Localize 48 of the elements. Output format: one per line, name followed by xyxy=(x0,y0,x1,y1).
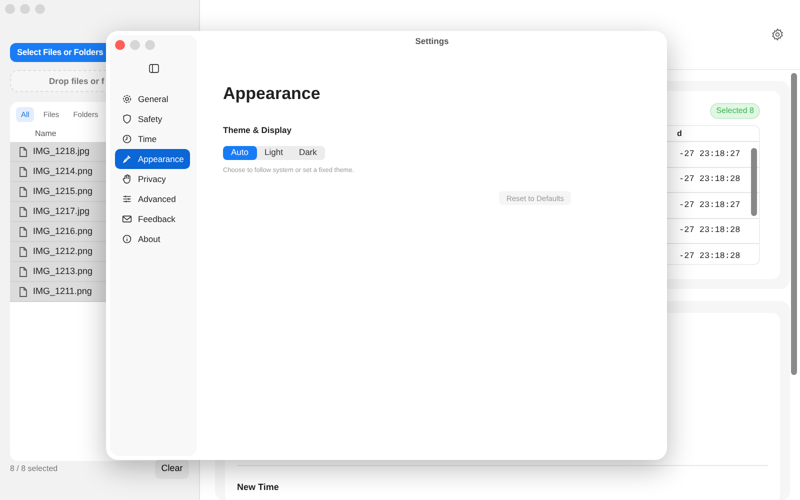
file-name: IMG_1214.png xyxy=(33,165,93,178)
file-icon xyxy=(19,186,27,197)
file-icon xyxy=(19,246,27,257)
gear-icon xyxy=(122,94,132,104)
file-name: IMG_1215.png xyxy=(33,185,93,198)
shield-icon xyxy=(122,114,132,124)
settings-nav-item[interactable]: Appearance xyxy=(115,149,190,169)
file-icon xyxy=(19,166,27,177)
window-title: Settings xyxy=(414,35,450,48)
file-icon xyxy=(19,146,27,157)
group-title: Theme & Display xyxy=(223,124,292,136)
theme-option[interactable]: Light xyxy=(256,146,291,160)
hand-icon xyxy=(122,174,132,184)
file-name: IMG_1216.png xyxy=(33,225,93,238)
clear-button[interactable]: Clear xyxy=(155,459,189,479)
settings-icon[interactable] xyxy=(771,28,784,41)
file-icon xyxy=(19,286,27,297)
clock-icon xyxy=(122,134,132,144)
column-header: Name xyxy=(35,129,56,138)
timestamp-cell: -27 23:18:28 xyxy=(679,173,740,186)
timestamp-cell: -27 23:18:28 xyxy=(679,224,740,238)
sliders-icon xyxy=(122,194,132,204)
brush-icon xyxy=(122,154,132,164)
sidebar-toggle-icon[interactable] xyxy=(148,64,158,73)
file-name: IMG_1218.jpg xyxy=(33,145,90,158)
timestamp-cell: -27 23:18:27 xyxy=(679,198,740,212)
page-heading: Appearance xyxy=(223,84,322,104)
scrollbar[interactable] xyxy=(791,73,797,375)
envelope-icon xyxy=(122,214,132,224)
column-header: d xyxy=(677,128,682,140)
file-name: IMG_1211.png xyxy=(33,285,92,298)
file-name: IMG_1213.png xyxy=(33,265,93,278)
timestamp-cell: -27 23:18:28 xyxy=(679,250,740,263)
file-icon xyxy=(19,226,27,237)
file-icon xyxy=(19,206,27,217)
file-name: IMG_1217.jpg xyxy=(33,205,90,218)
settings-nav-item[interactable]: Safety xyxy=(115,109,190,129)
theme-option[interactable]: Dark xyxy=(290,146,325,160)
timestamp-cell: -27 23:18:27 xyxy=(679,148,740,161)
theme-option[interactable]: Auto xyxy=(223,146,256,160)
settings-nav-item[interactable]: General xyxy=(115,89,190,109)
scrollbar[interactable] xyxy=(751,148,757,216)
selection-count: 8 / 8 selected xyxy=(10,463,58,475)
file-icon xyxy=(19,266,27,277)
section-title: New Time xyxy=(237,481,280,494)
info-icon xyxy=(122,234,132,244)
selected-count-badge: Selected 8 xyxy=(710,103,760,119)
file-name: IMG_1212.png xyxy=(33,245,93,258)
